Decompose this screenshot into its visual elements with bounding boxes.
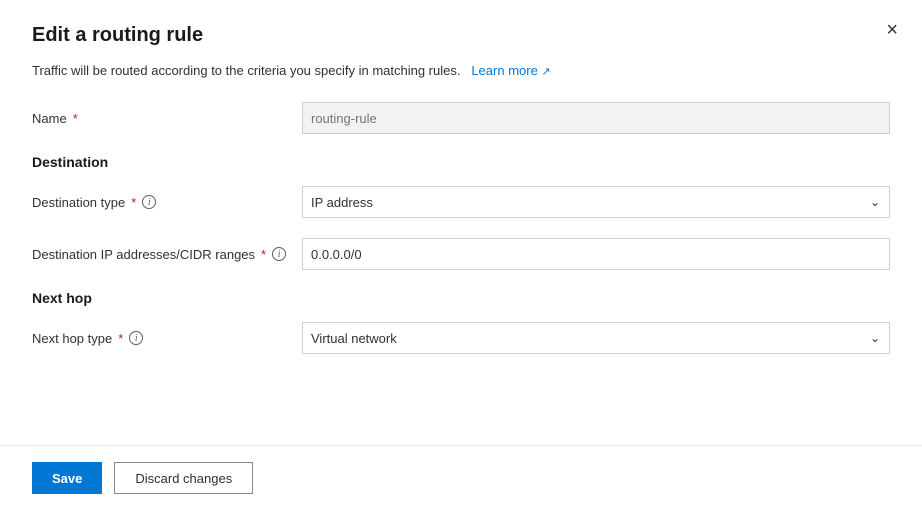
destination-ip-field-wrapper xyxy=(302,238,890,270)
learn-more-link[interactable]: Learn more ↗ xyxy=(471,63,550,78)
name-input[interactable] xyxy=(302,102,890,134)
close-button[interactable]: × xyxy=(882,16,902,44)
dialog-footer: Save Discard changes xyxy=(0,445,922,510)
save-button[interactable]: Save xyxy=(32,462,102,494)
destination-type-field-wrapper: IP address Service Tag ⌄ xyxy=(302,186,890,218)
info-text-main: Traffic will be routed according to the … xyxy=(32,63,460,78)
destination-type-row: Destination type * i IP address Service … xyxy=(32,186,890,218)
nexthop-type-select-wrapper: Virtual network Virtual network gateway … xyxy=(302,322,890,354)
dialog-title: Edit a routing rule xyxy=(32,24,890,47)
info-text: Traffic will be routed according to the … xyxy=(32,63,890,78)
nexthop-type-field-wrapper: Virtual network Virtual network gateway … xyxy=(302,322,890,354)
name-row: Name * xyxy=(32,102,890,134)
name-required-indicator: * xyxy=(73,111,78,126)
destination-section-title: Destination xyxy=(32,154,890,170)
name-label: Name * xyxy=(32,111,302,126)
name-field-wrapper xyxy=(302,102,890,134)
nexthop-type-select[interactable]: Virtual network Virtual network gateway … xyxy=(302,322,890,354)
destination-type-info-icon[interactable]: i xyxy=(142,195,156,209)
destination-ip-input[interactable] xyxy=(302,238,890,270)
destination-ip-required-indicator: * xyxy=(261,247,266,262)
destination-ip-label: Destination IP addresses/CIDR ranges * i xyxy=(32,247,302,262)
nexthop-type-row: Next hop type * i Virtual network Virtua… xyxy=(32,322,890,354)
dialog-body: Edit a routing rule × Traffic will be ro… xyxy=(0,0,922,445)
nexthop-type-label: Next hop type * i xyxy=(32,331,302,346)
nexthop-section-title: Next hop xyxy=(32,290,890,306)
nexthop-type-info-icon[interactable]: i xyxy=(129,331,143,345)
destination-ip-info-icon[interactable]: i xyxy=(272,247,286,261)
discard-changes-button[interactable]: Discard changes xyxy=(114,462,253,494)
destination-type-required-indicator: * xyxy=(131,195,136,210)
edit-routing-rule-dialog: Edit a routing rule × Traffic will be ro… xyxy=(0,0,922,510)
external-link-icon: ↗ xyxy=(541,66,550,78)
destination-ip-row: Destination IP addresses/CIDR ranges * i xyxy=(32,238,890,270)
destination-type-select[interactable]: IP address Service Tag xyxy=(302,186,890,218)
destination-type-select-wrapper: IP address Service Tag ⌄ xyxy=(302,186,890,218)
nexthop-type-required-indicator: * xyxy=(118,331,123,346)
destination-type-label: Destination type * i xyxy=(32,195,302,210)
